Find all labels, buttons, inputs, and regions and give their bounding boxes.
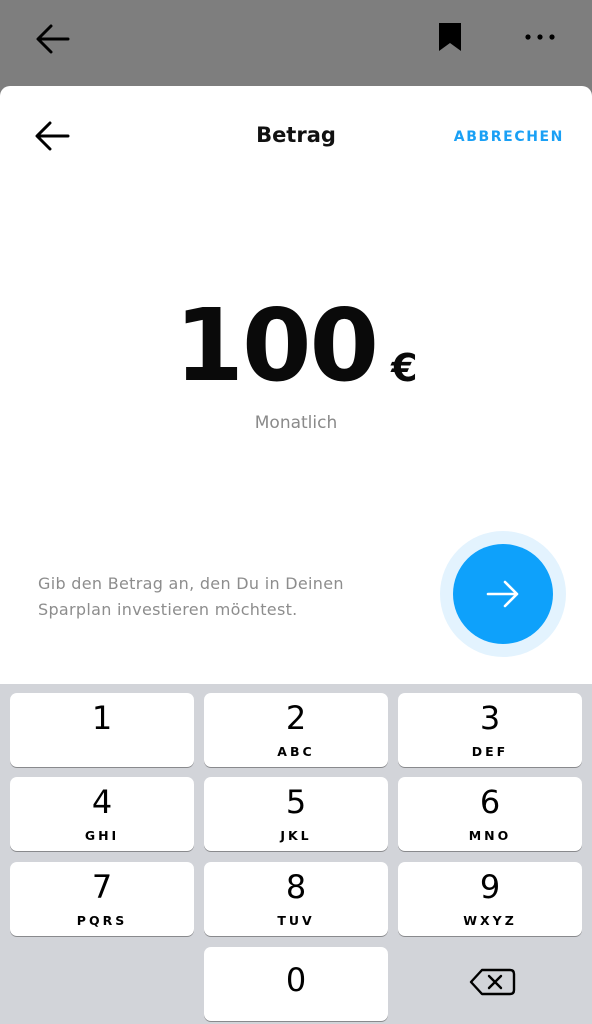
key-letters: JKL: [280, 828, 312, 843]
key-letters: ABC: [277, 744, 315, 759]
more-horizontal-icon[interactable]: [520, 24, 560, 48]
key-letters: TUV: [277, 913, 315, 928]
currency-symbol: €: [391, 346, 418, 390]
numeric-keyboard: 1 2 ABC 3 DEF 4 GHI 5 JKL 6 MNO 7 PQRS 8…: [0, 684, 592, 1024]
arrow-right-icon: [486, 580, 519, 608]
key-digit: 2: [285, 699, 307, 737]
bookmark-icon[interactable]: [438, 22, 462, 52]
key-8[interactable]: 8 TUV: [204, 862, 388, 936]
sheet-header: Betrag ABBRECHEN: [0, 86, 592, 186]
key-5[interactable]: 5 JKL: [204, 777, 388, 851]
cancel-button[interactable]: ABBRECHEN: [454, 129, 564, 145]
amount-sheet: Betrag ABBRECHEN 100 € Monatlich Gib den…: [0, 86, 592, 684]
key-0[interactable]: 0: [204, 947, 388, 1021]
hint-text: Gib den Betrag an, den Du in Deinen Spar…: [38, 574, 344, 619]
key-1[interactable]: 1: [10, 693, 194, 767]
key-letters: PQRS: [76, 913, 128, 928]
key-digit: 5: [285, 783, 307, 821]
amount-display: 100 €: [0, 286, 592, 396]
frequency-label: Monatlich: [254, 413, 338, 433]
key-letters: MNO: [468, 828, 512, 843]
key-digit: 3: [479, 699, 501, 737]
key-letters: WXYZ: [463, 913, 517, 928]
key-digit: 9: [479, 868, 501, 906]
key-2[interactable]: 2 ABC: [204, 693, 388, 767]
next-button[interactable]: [453, 544, 553, 644]
key-digit: 4: [91, 783, 113, 821]
key-digit: 0: [285, 961, 307, 999]
key-letters: GHI: [84, 828, 120, 843]
key-digit: 6: [479, 783, 501, 821]
key-digit: 1: [91, 699, 113, 737]
arrow-left-icon[interactable]: [34, 20, 72, 58]
amount-value: 100: [174, 287, 379, 404]
backspace-icon[interactable]: [466, 962, 518, 1002]
top-app-bar: [0, 0, 592, 86]
key-7[interactable]: 7 PQRS: [10, 862, 194, 936]
key-3[interactable]: 3 DEF: [398, 693, 582, 767]
key-digit: 7: [91, 868, 113, 906]
key-digit: 8: [285, 868, 307, 906]
key-letters: DEF: [471, 744, 509, 759]
key-6[interactable]: 6 MNO: [398, 777, 582, 851]
key-4[interactable]: 4 GHI: [10, 777, 194, 851]
key-9[interactable]: 9 WXYZ: [398, 862, 582, 936]
